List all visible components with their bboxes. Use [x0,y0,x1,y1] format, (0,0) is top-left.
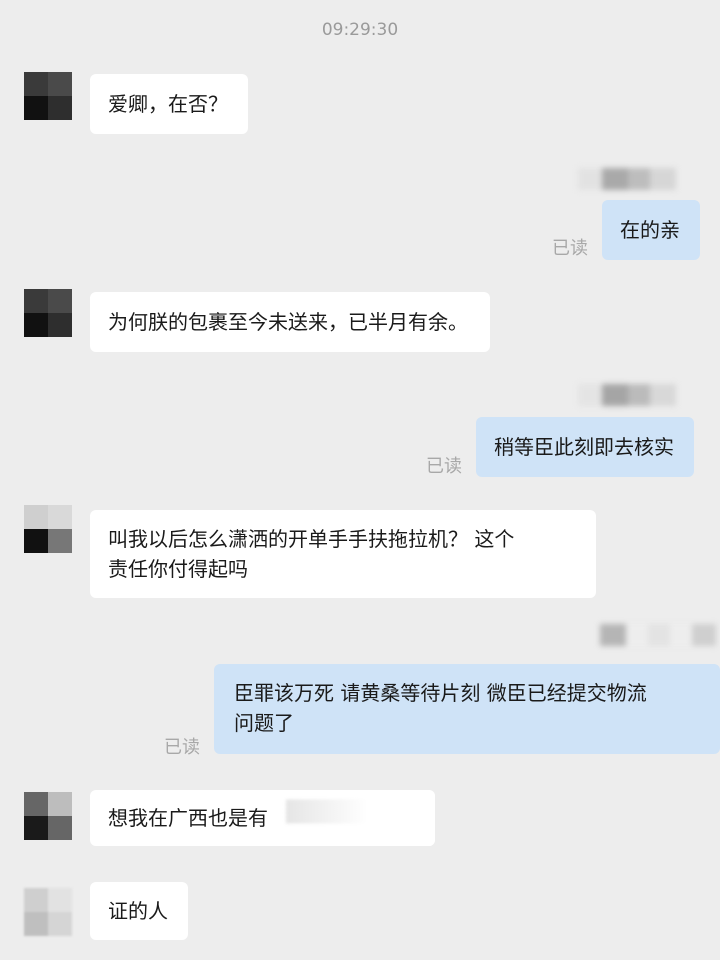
message-text: 为何朕的包裹至今未送来，已半月有余。 [108,310,468,334]
read-receipt: 已读 [552,238,588,259]
message-text-line: 责任你付得起吗 [108,557,248,581]
sender-name-blurred [578,384,676,406]
incoming-message[interactable]: 为何朕的包裹至今未送来，已半月有余。 [90,292,490,352]
incoming-message[interactable]: 爱卿，在否？ [90,74,248,134]
outgoing-message[interactable]: 臣罪该万死 请黄桑等待片刻 微臣已经提交物流 问题了 [214,664,720,754]
incoming-message[interactable]: 想我在广西也是有 [90,790,435,846]
message-text: 想我在广西也是有 [108,806,268,830]
outgoing-message[interactable]: 在的亲 [602,200,700,260]
contact-avatar[interactable] [24,289,72,337]
contact-avatar[interactable] [24,72,72,120]
message-text-line: 臣罪该万死 请黄桑等待片刻 微臣已经提交物流 [234,681,647,705]
message-text: 证的人 [108,899,168,923]
read-receipt: 已读 [164,737,200,758]
contact-avatar[interactable] [24,888,72,936]
read-receipt: 已读 [426,456,462,477]
incoming-message[interactable]: 叫我以后怎么潇洒的开单手手扶拖拉机？ 这个 责任你付得起吗 [90,510,596,598]
outgoing-message[interactable]: 稍等臣此刻即去核实 [476,417,694,477]
message-text: 爱卿，在否？ [108,92,228,116]
sender-name-blurred [600,624,716,646]
fade-overlay [285,790,435,846]
chat-timestamp: 09:29:30 [321,20,399,40]
incoming-message[interactable]: 证的人 [90,882,188,940]
contact-avatar[interactable] [24,505,72,553]
message-text: 稍等臣此刻即去核实 [494,435,674,459]
message-text: 在的亲 [620,218,680,242]
message-text-line: 叫我以后怎么潇洒的开单手手扶拖拉机？ 这个 [108,527,515,551]
sender-name-blurred [578,168,676,190]
contact-avatar[interactable] [24,792,72,840]
message-text-line: 问题了 [234,711,294,735]
